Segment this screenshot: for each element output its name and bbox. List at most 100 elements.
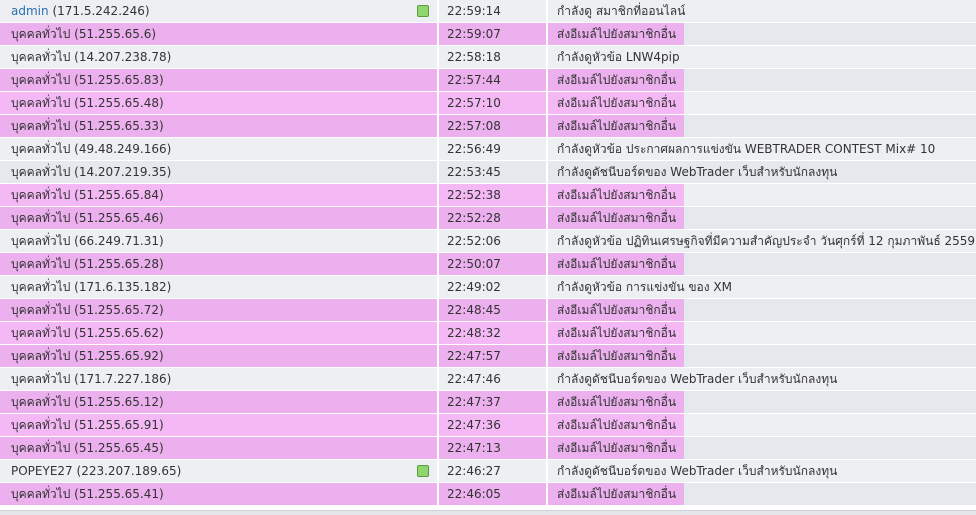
time-cell: 22:48:32 [438,321,548,345]
table-row: บุคคลทั่วไป (51.255.65.72) 22:48:45 ส่งอีเ… [0,298,976,322]
user-ip: (14.207.238.78) [74,49,172,64]
time-cell: 22:57:10 [438,91,548,115]
table-row: admin (171.5.242.246) 22:59:14 กำลังดู สมา… [0,0,976,23]
last-active-time: 22:47:13 [447,441,501,455]
activity-text: กำลังดูหัวข้อ การแข่งขัน ของ XM [557,279,733,294]
activity-cell: ส่งอีเมล์ไปยังสมาชิกอื่น [547,321,976,345]
activity-text: ส่งอีเมล์ไปยังสมาชิกอื่น [548,92,685,114]
time-cell: 22:59:07 [438,22,548,46]
last-active-time: 22:48:32 [447,326,501,340]
user-ip: (51.255.65.41) [74,486,164,501]
activity-cell: ส่งอีเมล์ไปยังสมาชิกอื่น [547,413,976,437]
activity-cell: กำลังดูหัวข้อ LNW4pip [547,45,976,69]
user-ip: (51.255.65.12) [74,394,164,409]
last-active-time: 22:57:10 [447,96,501,110]
user-cell: บุคคลทั่วไป (51.255.65.41) [0,482,439,506]
user-cell: บุคคลทั่วไป (14.207.219.35) [0,160,439,184]
online-status-icon [417,5,429,17]
user-name: บุคคลทั่วไป [11,325,71,340]
user-ip: (51.255.65.83) [74,72,164,87]
last-active-time: 22:46:27 [447,464,501,478]
last-active-time: 22:46:05 [447,487,501,501]
activity-text: กำลังดูดัชนีบอร์ดของ WebTrader เว็บสำหรั… [557,463,838,478]
user-ip: (171.7.227.186) [74,371,172,386]
user-cell: บุคคลทั่วไป (49.48.249.166) [0,137,439,161]
activity-text: ส่งอีเมล์ไปยังสมาชิกอื่น [548,414,685,436]
table-row: บุคคลทั่วไป (14.207.219.35) 22:53:45 กำลัง… [0,160,976,184]
user-ip: (51.255.65.92) [74,348,164,363]
activity-cell: ส่งอีเมล์ไปยังสมาชิกอื่น [547,252,976,276]
user-ip: (51.255.65.28) [74,256,164,271]
user-cell: บุคคลทั่วไป (51.255.65.48) [0,91,439,115]
last-active-time: 22:47:36 [447,418,501,432]
activity-cell: กำลังดูหัวข้อ ปฏิทินเศรษฐกิจที่มีความสำค… [547,229,976,253]
horizontal-scrollbar[interactable] [0,510,976,515]
user-name: บุคคลทั่วไป [11,348,71,363]
activity-cell: กำลังดู สมาชิกที่ออนไลน์ [547,0,976,23]
table-row: บุคคลทั่วไป (66.249.71.31) 22:52:06 กำลังด… [0,229,976,253]
time-cell: 22:58:18 [438,45,548,69]
activity-cell: ส่งอีเมล์ไปยังสมาชิกอื่น [547,68,976,92]
user-name: บุคคลทั่วไป [11,256,71,271]
user-name: บุคคลทั่วไป [11,440,71,455]
user-ip: (51.255.65.72) [74,302,164,317]
user-ip: (171.5.242.246) [52,4,150,18]
last-active-time: 22:59:07 [447,27,501,41]
user-name: บุคคลทั่วไป [11,302,71,317]
user-name: บุคคลทั่วไป [11,417,71,432]
user-name: บุคคลทั่วไป [11,72,71,87]
activity-text: กำลังดูหัวข้อ ประกาศผลการแข่งขัน WEBTRAD… [557,141,936,156]
table-row: บุคคลทั่วไป (49.48.249.166) 22:56:49 กำลัง… [0,137,976,161]
activity-text: ส่งอีเมล์ไปยังสมาชิกอื่น [548,23,685,45]
time-cell: 22:47:13 [438,436,548,460]
user-ip: (66.249.71.31) [74,233,164,248]
time-cell: 22:57:08 [438,114,548,138]
user-name[interactable]: admin [11,4,49,18]
activity-text: กำลังดูดัชนีบอร์ดของ WebTrader เว็บสำหรั… [557,164,838,179]
table-row: บุคคลทั่วไป (51.255.65.92) 22:47:57 ส่งอีเ… [0,344,976,368]
activity-cell: ส่งอีเมล์ไปยังสมาชิกอื่น [547,183,976,207]
user-name: บุคคลทั่วไป [11,394,71,409]
user-name: บุคคลทั่วไป [11,210,71,225]
time-cell: 22:49:02 [438,275,548,299]
user-name: บุคคลทั่วไป [11,233,71,248]
user-cell: admin (171.5.242.246) [0,0,439,23]
user-name[interactable]: POPEYE27 [11,464,73,478]
last-active-time: 22:52:38 [447,188,501,202]
user-cell: บุคคลทั่วไป (51.255.65.91) [0,413,439,437]
last-active-time: 22:48:45 [447,303,501,317]
table-row: บุคคลทั่วไป (51.255.65.91) 22:47:36 ส่งอีเ… [0,413,976,437]
activity-text: ส่งอีเมล์ไปยังสมาชิกอื่น [548,184,685,206]
last-active-time: 22:59:14 [447,4,501,18]
time-cell: 22:52:28 [438,206,548,230]
table-row: บุคคลทั่วไป (51.255.65.45) 22:47:13 ส่งอีเ… [0,436,976,460]
user-cell: บุคคลทั่วไป (51.255.65.33) [0,114,439,138]
last-active-time: 22:49:02 [447,280,501,294]
user-cell: บุคคลทั่วไป (66.249.71.31) [0,229,439,253]
user-ip: (51.255.65.6) [74,26,157,41]
time-cell: 22:57:44 [438,68,548,92]
last-active-time: 22:47:37 [447,395,501,409]
activity-cell: ส่งอีเมล์ไปยังสมาชิกอื่น [547,344,976,368]
activity-text: ส่งอีเมล์ไปยังสมาชิกอื่น [548,483,685,505]
activity-text: ส่งอีเมล์ไปยังสมาชิกอื่น [548,391,685,413]
last-active-time: 22:56:49 [447,142,501,156]
user-ip: (51.255.65.62) [74,325,164,340]
user-ip: (49.48.249.166) [74,141,172,156]
user-name: บุคคลทั่วไป [11,187,71,202]
time-cell: 22:56:49 [438,137,548,161]
last-active-time: 22:57:08 [447,119,501,133]
activity-text: ส่งอีเมล์ไปยังสมาชิกอื่น [548,253,685,275]
table-row: POPEYE27 (223.207.189.65) 22:46:27 กำลังดู… [0,459,976,483]
time-cell: 22:47:46 [438,367,548,391]
table-row: บุคคลทั่วไป (51.255.65.6) 22:59:07 ส่งอีเม… [0,22,976,46]
user-ip: (51.255.65.45) [74,440,164,455]
activity-text: ส่งอีเมล์ไปยังสมาชิกอื่น [548,115,685,137]
last-active-time: 22:50:07 [447,257,501,271]
activity-text: กำลังดู สมาชิกที่ออนไลน์ [557,3,686,18]
user-ip: (51.255.65.91) [74,417,164,432]
user-cell: บุคคลทั่วไป (51.255.65.28) [0,252,439,276]
table-row: บุคคลทั่วไป (171.6.135.182) 22:49:02 กำลัง… [0,275,976,299]
table-row: บุคคลทั่วไป (171.7.227.186) 22:47:46 กำลัง… [0,367,976,391]
activity-cell: ส่งอีเมล์ไปยังสมาชิกอื่น [547,206,976,230]
